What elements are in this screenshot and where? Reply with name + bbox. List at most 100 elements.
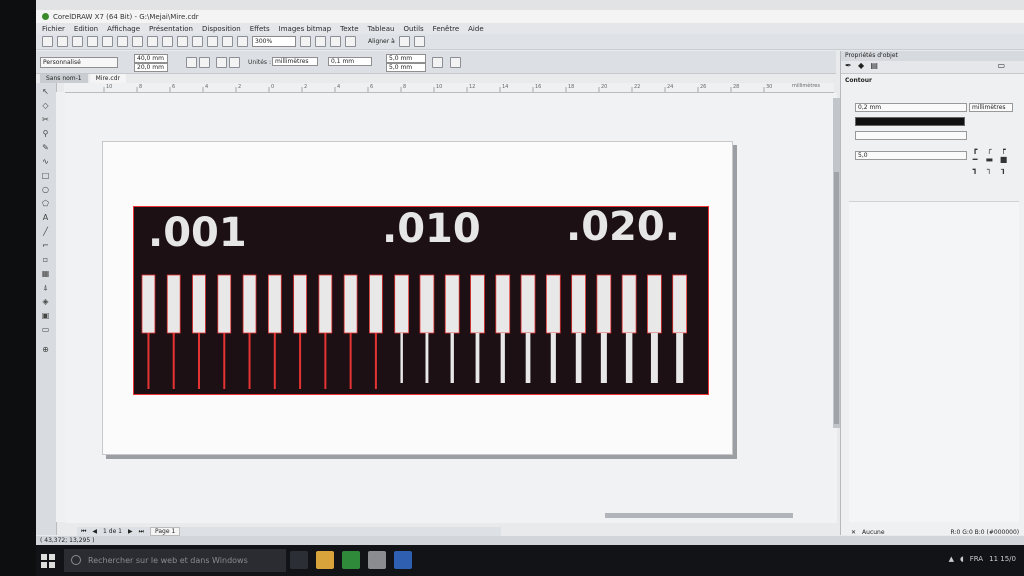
copy-icon[interactable] <box>117 36 128 47</box>
new-document-icon[interactable] <box>42 36 53 47</box>
search-content-icon[interactable] <box>177 36 188 47</box>
windows-start-icon[interactable] <box>40 553 56 569</box>
cap-round-icon[interactable]: ▬ <box>984 156 994 164</box>
menu-fenetre[interactable]: Fenêtre <box>433 25 459 33</box>
add-tool-icon[interactable]: ⊕ <box>41 345 50 354</box>
duplicate-y-field[interactable]: 5,0 mm <box>386 63 426 72</box>
horizontal-scrollbar[interactable] <box>605 513 793 518</box>
all-pages-icon[interactable] <box>216 57 227 68</box>
position-inside-icon[interactable]: ┒ <box>998 166 1008 174</box>
corner-round-icon[interactable]: ╭ <box>984 146 994 154</box>
transparency-icon[interactable]: ▤ <box>870 61 878 70</box>
horizontal-ruler[interactable]: 10 8 6 4 2 0 2 4 6 8 10 12 14 16 18 20 22 24 26 28 30 millim… <box>64 83 834 93</box>
menu-edition[interactable]: Edition <box>74 25 98 33</box>
drawing-canvas[interactable]: .001 .010 .020. <box>65 93 837 523</box>
vertical-scroll-thumb[interactable] <box>834 172 839 424</box>
menu-fichier[interactable]: Fichier <box>42 25 65 33</box>
last-page-icon[interactable]: ⏭ <box>139 528 144 536</box>
duplicate-x-field[interactable]: 5,0 mm <box>386 54 426 63</box>
snap-icon[interactable] <box>450 57 461 68</box>
outline-style-select[interactable] <box>855 131 967 140</box>
fill-bucket-icon[interactable]: ◆ <box>858 61 864 70</box>
prev-page-icon[interactable]: ◀ <box>92 528 97 535</box>
paste-icon[interactable] <box>132 36 143 47</box>
full-screen-icon[interactable] <box>300 36 311 47</box>
current-page-icon[interactable] <box>229 57 240 68</box>
shape-tool-icon[interactable]: ◇ <box>41 101 50 110</box>
file-explorer-icon[interactable] <box>316 551 334 569</box>
units-menu-icon[interactable] <box>432 57 443 68</box>
drop-shadow-icon[interactable]: ▫ <box>41 255 50 264</box>
outline-units-select[interactable]: millimètres <box>969 103 1013 112</box>
zoom-tool-icon[interactable]: ⚲ <box>41 129 50 138</box>
publish-pdf-icon[interactable] <box>222 36 233 47</box>
coreldraw-taskbar-icon[interactable] <box>342 551 360 569</box>
network-icon[interactable]: ▲ <box>949 555 954 563</box>
position-outside-icon[interactable]: ┓ <box>970 166 980 174</box>
menu-disposition[interactable]: Disposition <box>202 25 241 33</box>
tab-mire[interactable]: Mire.cdr <box>89 74 126 83</box>
show-rulers-icon[interactable] <box>315 36 326 47</box>
nudge-distance-field[interactable]: 0,1 mm <box>328 57 372 66</box>
eyedropper-tool-icon[interactable]: ⍋ <box>41 283 50 292</box>
launcher-icon[interactable] <box>237 36 248 47</box>
drawing-page[interactable]: .001 .010 .020. <box>102 141 733 455</box>
menu-texte[interactable]: Texte <box>340 25 358 33</box>
no-fill-icon[interactable]: ✕ <box>851 529 856 536</box>
show-guides-icon[interactable] <box>345 36 356 47</box>
page-height-field[interactable]: 20,0 mm <box>134 63 168 72</box>
crop-tool-icon[interactable]: ✂ <box>41 115 50 124</box>
corner-bevel-icon[interactable]: ┍ <box>998 146 1008 154</box>
menu-images-bitmap[interactable]: Images bitmap <box>279 25 331 33</box>
cut-icon[interactable] <box>102 36 113 47</box>
outline-width-field[interactable]: 0,2 mm <box>855 103 967 112</box>
menu-affichage[interactable]: Affichage <box>107 25 140 33</box>
app-taskbar-icon[interactable] <box>394 551 412 569</box>
cap-butt-icon[interactable]: ━ <box>970 156 980 164</box>
redo-icon[interactable] <box>162 36 173 47</box>
miter-limit-field[interactable]: 5,0 <box>855 151 967 160</box>
menu-effets[interactable]: Effets <box>250 25 270 33</box>
menu-aide[interactable]: Aide <box>468 25 483 33</box>
next-page-icon[interactable]: ▶ <box>128 528 133 535</box>
menu-tableau[interactable]: Tableau <box>368 25 395 33</box>
print-icon[interactable] <box>87 36 98 47</box>
outline-tool-icon[interactable]: ▭ <box>41 325 50 334</box>
smart-fill-icon[interactable]: ▣ <box>41 311 50 320</box>
pick-tool-icon[interactable]: ↖ <box>41 87 50 96</box>
text-tool-icon[interactable]: A <box>41 213 50 222</box>
rectangle-tool-icon[interactable]: □ <box>41 171 50 180</box>
calculator-icon[interactable] <box>368 551 386 569</box>
clock[interactable]: 11 15/0 <box>989 555 1016 563</box>
undo-icon[interactable] <box>147 36 158 47</box>
export-icon[interactable] <box>207 36 218 47</box>
units-select[interactable]: millimètres <box>272 57 318 66</box>
resolution-test-chart[interactable]: .001 .010 .020. <box>133 206 709 395</box>
taskbar-search[interactable]: Rechercher sur le web et dans Windows <box>64 549 286 572</box>
landscape-icon[interactable] <box>199 57 210 68</box>
position-center-icon[interactable]: ┐ <box>984 166 994 174</box>
page-width-field[interactable]: 40,0 mm <box>134 54 168 63</box>
polygon-tool-icon[interactable]: ⬠ <box>41 199 50 208</box>
outline-color-swatch[interactable] <box>855 117 965 126</box>
interactive-fill-icon[interactable]: ◈ <box>41 297 50 306</box>
volume-icon[interactable]: ◖ <box>960 555 964 563</box>
page-preset-select[interactable]: Personnalisé <box>40 57 118 68</box>
outline-pen-icon[interactable]: ✒ <box>845 61 852 70</box>
parallel-dimension-icon[interactable]: ╱ <box>41 227 50 236</box>
tab-sans-nom-1[interactable]: Sans nom-1 <box>40 74 88 83</box>
corner-miter-icon[interactable]: ┏ <box>970 146 980 154</box>
save-icon[interactable] <box>72 36 83 47</box>
first-page-icon[interactable]: ⏮ <box>81 528 86 536</box>
menu-outils[interactable]: Outils <box>403 25 423 33</box>
ellipse-tool-icon[interactable]: ○ <box>41 185 50 194</box>
menu-presentation[interactable]: Présentation <box>149 25 193 33</box>
freehand-tool-icon[interactable]: ✎ <box>41 143 50 152</box>
transparency-tool-icon[interactable]: ▦ <box>41 269 50 278</box>
page-tab[interactable]: Page 1 <box>150 527 181 536</box>
portrait-icon[interactable] <box>186 57 197 68</box>
zoom-level-select[interactable]: 300% <box>252 36 296 47</box>
vertical-scrollbar[interactable] <box>833 98 840 428</box>
cap-square-icon[interactable]: ■ <box>998 156 1008 164</box>
artistic-media-icon[interactable]: ∿ <box>41 157 50 166</box>
